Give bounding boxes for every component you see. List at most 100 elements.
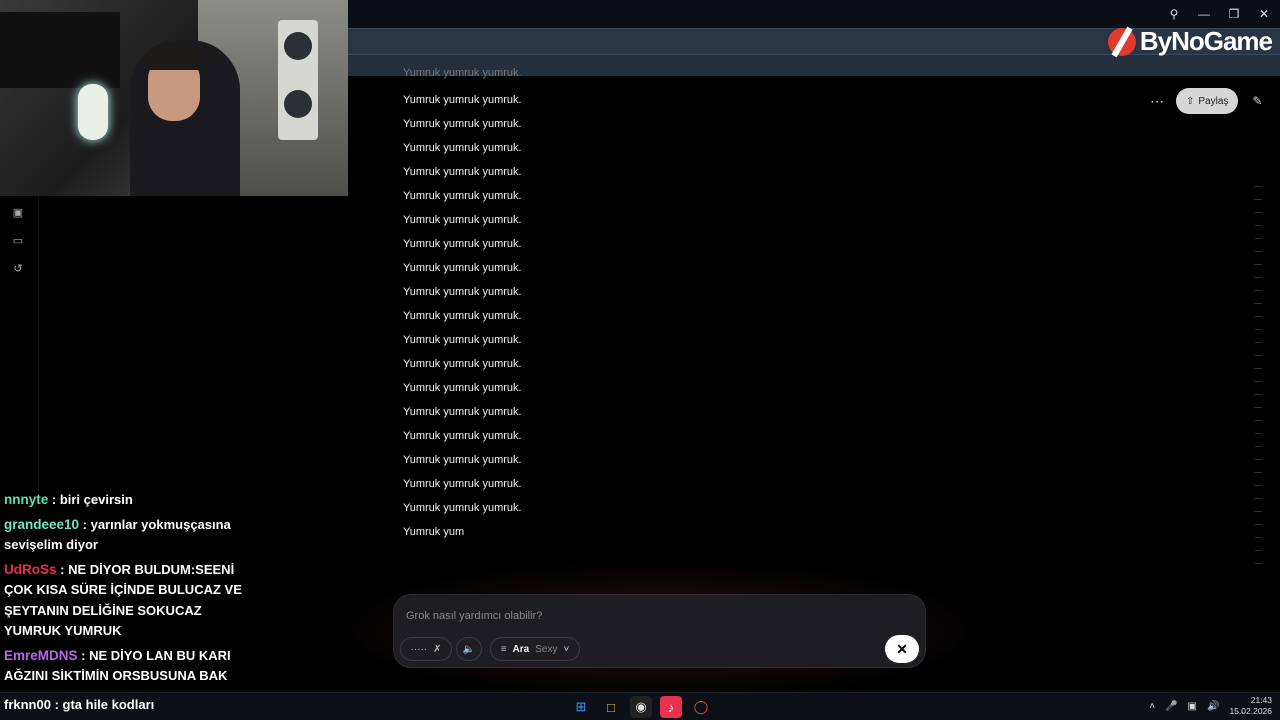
- scroll-tick: [1254, 368, 1262, 369]
- edit-icon[interactable]: ✎: [1246, 90, 1268, 112]
- brand-mark-icon: [1107, 27, 1136, 56]
- taskbar-apps: ⊞ □ ◉ ♪ ◯: [570, 696, 712, 718]
- conversation-line: Yumruk yumruk yumruk.: [403, 406, 522, 418]
- webcam-monitor: [0, 12, 120, 88]
- speaker-button[interactable]: 🔈: [456, 637, 482, 661]
- webcam-microphone: [78, 84, 108, 140]
- scroll-tick: [1254, 238, 1262, 239]
- share-label: Paylaş: [1198, 95, 1229, 107]
- restore-icon[interactable]: ❐: [1224, 4, 1244, 24]
- file-explorer-icon[interactable]: □: [600, 696, 622, 718]
- scroll-tick: [1254, 225, 1262, 226]
- folder-icon[interactable]: ▭: [10, 234, 26, 250]
- clock[interactable]: 21:43 15.02.2026: [1229, 695, 1272, 717]
- conversation-line: Yumruk yumruk yumruk.: [403, 358, 522, 370]
- chat-message: nnnyte : biri çevirsin: [4, 490, 244, 511]
- conversation-actions: ⋯ ⇧ Paylaş ✎: [1146, 88, 1268, 114]
- webcam-overlay: [0, 0, 348, 196]
- conversation-line: Yumruk yumruk yumruk.: [403, 430, 522, 442]
- minimize-icon[interactable]: —: [1194, 4, 1214, 24]
- tiktok-icon[interactable]: ♪: [660, 696, 682, 718]
- close-icon[interactable]: ✕: [1254, 4, 1274, 24]
- scroll-tick: [1254, 277, 1262, 278]
- conversation-line: Yumruk yumruk yumruk.: [403, 94, 522, 106]
- scroll-tick: [1254, 433, 1262, 434]
- chevron-down-icon: ˅: [563, 643, 570, 655]
- conversation-line: Yumruk yum: [403, 526, 465, 538]
- title-bar: ⚲ — ❐ ✕: [348, 0, 1280, 28]
- scroll-tick: [1254, 290, 1262, 291]
- more-options-icon[interactable]: ⋯: [1146, 90, 1168, 112]
- stream-chat: nnnyte : biri çevirsin grandeee10 : yarın…: [4, 490, 244, 691]
- scroll-tick: [1254, 459, 1262, 460]
- brand-name: ByNoGame: [1139, 26, 1273, 56]
- obs-icon[interactable]: ◉: [630, 696, 652, 718]
- webcam-washer: [278, 20, 318, 140]
- clock-date: 15.02.2026: [1229, 706, 1272, 716]
- chat-text: : gta hile kodları: [50, 697, 155, 712]
- chat-text: : biri çevirsin: [48, 492, 133, 507]
- chat-username: frknn00: [4, 697, 51, 712]
- conversation-line: Yumruk yumruk yumruk.: [403, 166, 522, 178]
- chevron-up-icon[interactable]: ˄: [1149, 701, 1155, 712]
- webcam-hair: [144, 44, 204, 70]
- scroll-tick: [1254, 524, 1262, 525]
- chat-message: UdRoSs : NE DİYOR BULDUM:SEENİ ÇOK KISA …: [4, 560, 244, 642]
- scroll-tick: [1254, 420, 1262, 421]
- microphone-icon[interactable]: 🎤: [1165, 701, 1177, 712]
- scroll-tick: [1254, 511, 1262, 512]
- opera-icon[interactable]: ◯: [690, 696, 712, 718]
- volume-icon[interactable]: 🔊: [1207, 701, 1219, 712]
- conversation-line: Yumruk yumruk yumruk.: [403, 286, 522, 298]
- conversation-line: Yumruk yumruk yumruk.: [403, 478, 522, 490]
- scroll-tick: [1254, 212, 1262, 213]
- history-icon[interactable]: ↺: [10, 262, 26, 278]
- scroll-tick: [1254, 472, 1262, 473]
- scroll-tick: [1254, 563, 1262, 564]
- search-icon[interactable]: ⚲: [1164, 4, 1184, 24]
- mic-off-icon: ✗: [433, 643, 442, 655]
- chat-username: nnnyte: [4, 492, 49, 507]
- window-controls: ⚲ — ❐ ✕: [1164, 4, 1274, 24]
- mode-label: Ara: [512, 643, 530, 655]
- chat-message: frknn00 : gta hile kodları: [4, 697, 154, 712]
- chat-username: EmreMDNS: [4, 647, 78, 663]
- stream-chat-last: frknn00 : gta hile kodları: [4, 697, 154, 712]
- scroll-tick: [1254, 251, 1262, 252]
- mode-selector[interactable]: ≡ Ara Sexy ˅: [490, 637, 580, 661]
- close-voice-button[interactable]: ✕: [885, 635, 919, 663]
- chat-username: grandeee10: [4, 516, 80, 532]
- scroll-tick: [1254, 329, 1262, 330]
- brand-logo: ByNoGame: [1107, 26, 1273, 57]
- conversation-line: Yumruk yumruk yumruk.: [403, 190, 522, 202]
- scroll-tick: [1254, 186, 1262, 187]
- scroll-tick: [1254, 199, 1262, 200]
- scroll-tick: [1254, 550, 1262, 551]
- scroll-tick: [1254, 355, 1262, 356]
- new-chat-icon[interactable]: ▣: [10, 206, 26, 222]
- conversation-line: Yumruk yumruk yumruk.: [403, 262, 522, 274]
- scroll-tick: [1254, 407, 1262, 408]
- scroll-tick: [1254, 446, 1262, 447]
- scroll-tick: [1254, 316, 1262, 317]
- conversation-line: Yumruk yumruk yumruk.: [403, 214, 522, 226]
- composer: ····· ✗ 🔈 ≡ Ara Sexy ˅ ✕: [393, 594, 926, 668]
- scroll-tick: [1254, 381, 1262, 382]
- conversation-line: Yumruk yumruk yumruk.: [403, 382, 522, 394]
- speaker-icon: 🔈: [462, 643, 476, 655]
- scroll-tick: [1254, 485, 1262, 486]
- waveform-icon: ·····: [410, 643, 428, 655]
- scroll-tick: [1254, 498, 1262, 499]
- scroll-tick: [1254, 264, 1262, 265]
- voice-input-button[interactable]: ····· ✗: [400, 637, 452, 661]
- windows-start-icon[interactable]: ⊞: [570, 696, 592, 718]
- sidebar-divider: [38, 196, 39, 496]
- upload-icon: ⇧: [1186, 95, 1195, 107]
- prompt-input[interactable]: [406, 607, 906, 625]
- share-button[interactable]: ⇧ Paylaş: [1176, 88, 1239, 114]
- scroll-tick: [1254, 342, 1262, 343]
- chat-username: UdRoSs: [4, 561, 57, 577]
- chat-message: grandeee10 : yarınlar yokmuşçasına seviş…: [4, 515, 244, 556]
- network-icon[interactable]: ▣: [1188, 701, 1197, 712]
- scroll-tick: [1254, 303, 1262, 304]
